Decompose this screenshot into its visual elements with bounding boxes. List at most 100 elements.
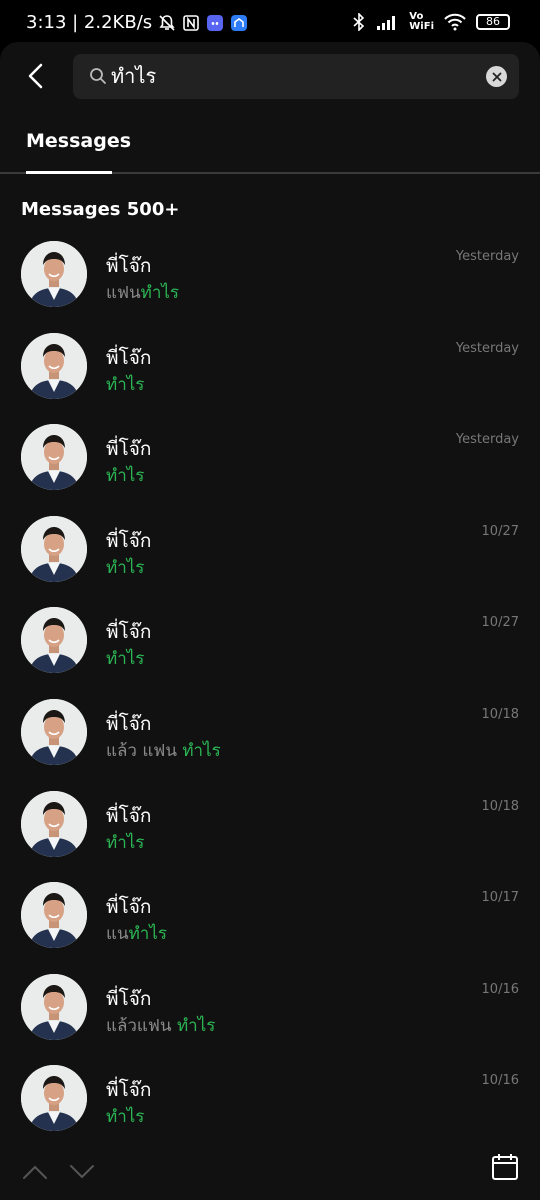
message-time: 10/16 bbox=[481, 981, 519, 997]
message-snippet: ทำไร bbox=[106, 645, 144, 672]
search-input[interactable] bbox=[111, 54, 491, 99]
message-time: 10/18 bbox=[481, 798, 519, 814]
avatar bbox=[21, 424, 87, 491]
message-snippet: แนทำไร bbox=[106, 920, 167, 947]
message-snippet: ทำไร bbox=[106, 829, 144, 856]
message-snippet: แล้ว แฟน ทำไร bbox=[106, 737, 221, 764]
avatar bbox=[21, 515, 87, 582]
close-icon bbox=[492, 72, 501, 81]
message-time: Yesterday bbox=[455, 432, 519, 448]
snippet-text: แฟน bbox=[106, 283, 141, 303]
profile-photo-icon bbox=[21, 424, 87, 491]
message-time: 10/18 bbox=[481, 706, 519, 722]
message-snippet: ทำไร bbox=[106, 371, 144, 398]
message-result-row[interactable]: พี่โจ๊ก ทำไร 10/16 bbox=[0, 1061, 540, 1153]
message-time: Yesterday bbox=[455, 340, 519, 356]
snippet-match-highlight: ทำไร bbox=[128, 924, 168, 945]
message-time: 10/27 bbox=[481, 523, 519, 539]
tab-messages-label: Messages bbox=[26, 130, 132, 152]
contact-name: พี่โจ๊ก bbox=[106, 255, 152, 277]
snippet-text: แล้ว แฟน bbox=[106, 740, 183, 761]
avatar bbox=[21, 698, 87, 765]
bluetooth-icon bbox=[353, 13, 365, 31]
snippet-match-highlight: ทำไร bbox=[106, 374, 145, 395]
contact-name: พี่โจ๊ก bbox=[106, 896, 152, 919]
snippet-match-highlight: ทำไร bbox=[106, 466, 145, 487]
profile-photo-icon bbox=[21, 332, 87, 399]
back-button[interactable] bbox=[18, 58, 54, 94]
message-snippet: ทำไร bbox=[106, 462, 144, 489]
signal-icon bbox=[377, 16, 396, 30]
status-right: Vo WiFi 86 bbox=[351, 12, 510, 32]
chevron-left-icon bbox=[28, 63, 43, 89]
tab-active-indicator bbox=[26, 171, 112, 174]
snippet-match-highlight: ทำไร bbox=[140, 283, 180, 303]
message-snippet: ทำไร bbox=[106, 554, 144, 581]
tab-messages[interactable]: Messages bbox=[26, 130, 131, 174]
snippet-match-highlight: ทำไร bbox=[106, 557, 145, 578]
search-icon bbox=[90, 68, 106, 84]
vowifi-label: Vo WiFi bbox=[409, 11, 434, 32]
mute-bell-icon bbox=[159, 14, 175, 31]
search-bar[interactable] bbox=[73, 54, 519, 99]
profile-photo-icon bbox=[21, 515, 87, 582]
header bbox=[0, 42, 540, 132]
snippet-match-highlight: ทำไร bbox=[182, 740, 221, 761]
profile-photo-icon bbox=[21, 1065, 87, 1132]
message-result-row[interactable]: พี่โจ๊ก แล้ว แฟน ทำไร 10/18 bbox=[0, 695, 540, 787]
message-result-row[interactable]: พี่โจ๊ก ทำไร 10/27 bbox=[0, 512, 540, 604]
profile-photo-icon bbox=[21, 241, 87, 307]
avatar bbox=[21, 332, 87, 399]
contact-name: พี่โจ๊ก bbox=[106, 621, 152, 644]
message-result-row[interactable]: พี่โจ๊ก ทำไร Yesterday bbox=[0, 329, 540, 421]
search-panel: Messages Messages 500+ พี่โจ๊ก แฟนทำไร Y… bbox=[0, 42, 540, 1200]
message-result-row[interactable]: พี่โจ๊ก แล้วแฟน ทำไร 10/16 bbox=[0, 970, 540, 1062]
snippet-match-highlight: ทำไร bbox=[106, 1107, 145, 1128]
profile-photo-icon bbox=[21, 790, 87, 857]
battery-indicator: 86 bbox=[476, 14, 510, 30]
wifi-icon bbox=[444, 13, 466, 31]
clear-search-button[interactable] bbox=[486, 66, 507, 87]
status-time: 3:13 | 2.2KB/s bbox=[26, 12, 153, 33]
avatar bbox=[21, 607, 87, 674]
contact-name: พี่โจ๊ก bbox=[106, 438, 152, 461]
contact-name: พี่โจ๊ก bbox=[106, 529, 152, 552]
message-result-row[interactable]: พี่โจ๊ก ทำไร Yesterday bbox=[0, 420, 540, 512]
message-snippet: แฟนทำไร bbox=[106, 279, 179, 306]
contact-name: พี่โจ๊ก bbox=[106, 1079, 152, 1102]
nfc-icon bbox=[183, 14, 199, 31]
calendar-icon[interactable] bbox=[491, 1153, 519, 1181]
avatar bbox=[21, 882, 87, 949]
status-bar: 3:13 | 2.2KB/s Vo WiFi 86 bbox=[0, 0, 540, 44]
chevron-up-icon[interactable] bbox=[22, 1162, 48, 1182]
snippet-text: แล้วแฟน bbox=[106, 1015, 177, 1036]
message-time: 10/27 bbox=[481, 615, 519, 631]
avatar bbox=[21, 241, 87, 307]
message-snippet: แล้วแฟน ทำไร bbox=[106, 1012, 215, 1039]
bottom-bar bbox=[0, 1150, 540, 1200]
snippet-text: แน bbox=[106, 924, 129, 945]
snippet-match-highlight: ทำไร bbox=[106, 649, 145, 670]
tab-bar: Messages bbox=[0, 120, 540, 174]
results-list: พี่โจ๊ก แฟนทำไร Yesterday พี่โจ๊ก ทำไร Y… bbox=[0, 237, 540, 1153]
message-snippet: ทำไร bbox=[106, 1103, 144, 1130]
contact-name: พี่โจ๊ก bbox=[106, 346, 152, 369]
profile-photo-icon bbox=[21, 607, 87, 674]
message-result-row[interactable]: พี่โจ๊ก แนทำไร 10/17 bbox=[0, 878, 540, 970]
discord-icon bbox=[207, 14, 224, 31]
message-time: 10/16 bbox=[481, 1073, 519, 1089]
message-result-row[interactable]: พี่โจ๊ก ทำไร 10/18 bbox=[0, 787, 540, 879]
message-result-row[interactable]: พี่โจ๊ก ทำไร 10/27 bbox=[0, 603, 540, 695]
message-result-row[interactable]: พี่โจ๊ก แฟนทำไร Yesterday bbox=[0, 237, 540, 329]
chevron-down-icon[interactable] bbox=[69, 1162, 95, 1182]
contact-name: พี่โจ๊ก bbox=[106, 712, 152, 735]
avatar bbox=[21, 790, 87, 857]
avatar bbox=[21, 973, 87, 1040]
profile-photo-icon bbox=[21, 698, 87, 765]
contact-name: พี่โจ๊ก bbox=[106, 987, 152, 1010]
message-time: 10/17 bbox=[481, 890, 519, 906]
snippet-match-highlight: ทำไร bbox=[106, 832, 145, 853]
home-app-icon bbox=[231, 14, 248, 31]
contact-name: พี่โจ๊ก bbox=[106, 804, 152, 827]
section-title: Messages 500+ bbox=[21, 199, 180, 220]
